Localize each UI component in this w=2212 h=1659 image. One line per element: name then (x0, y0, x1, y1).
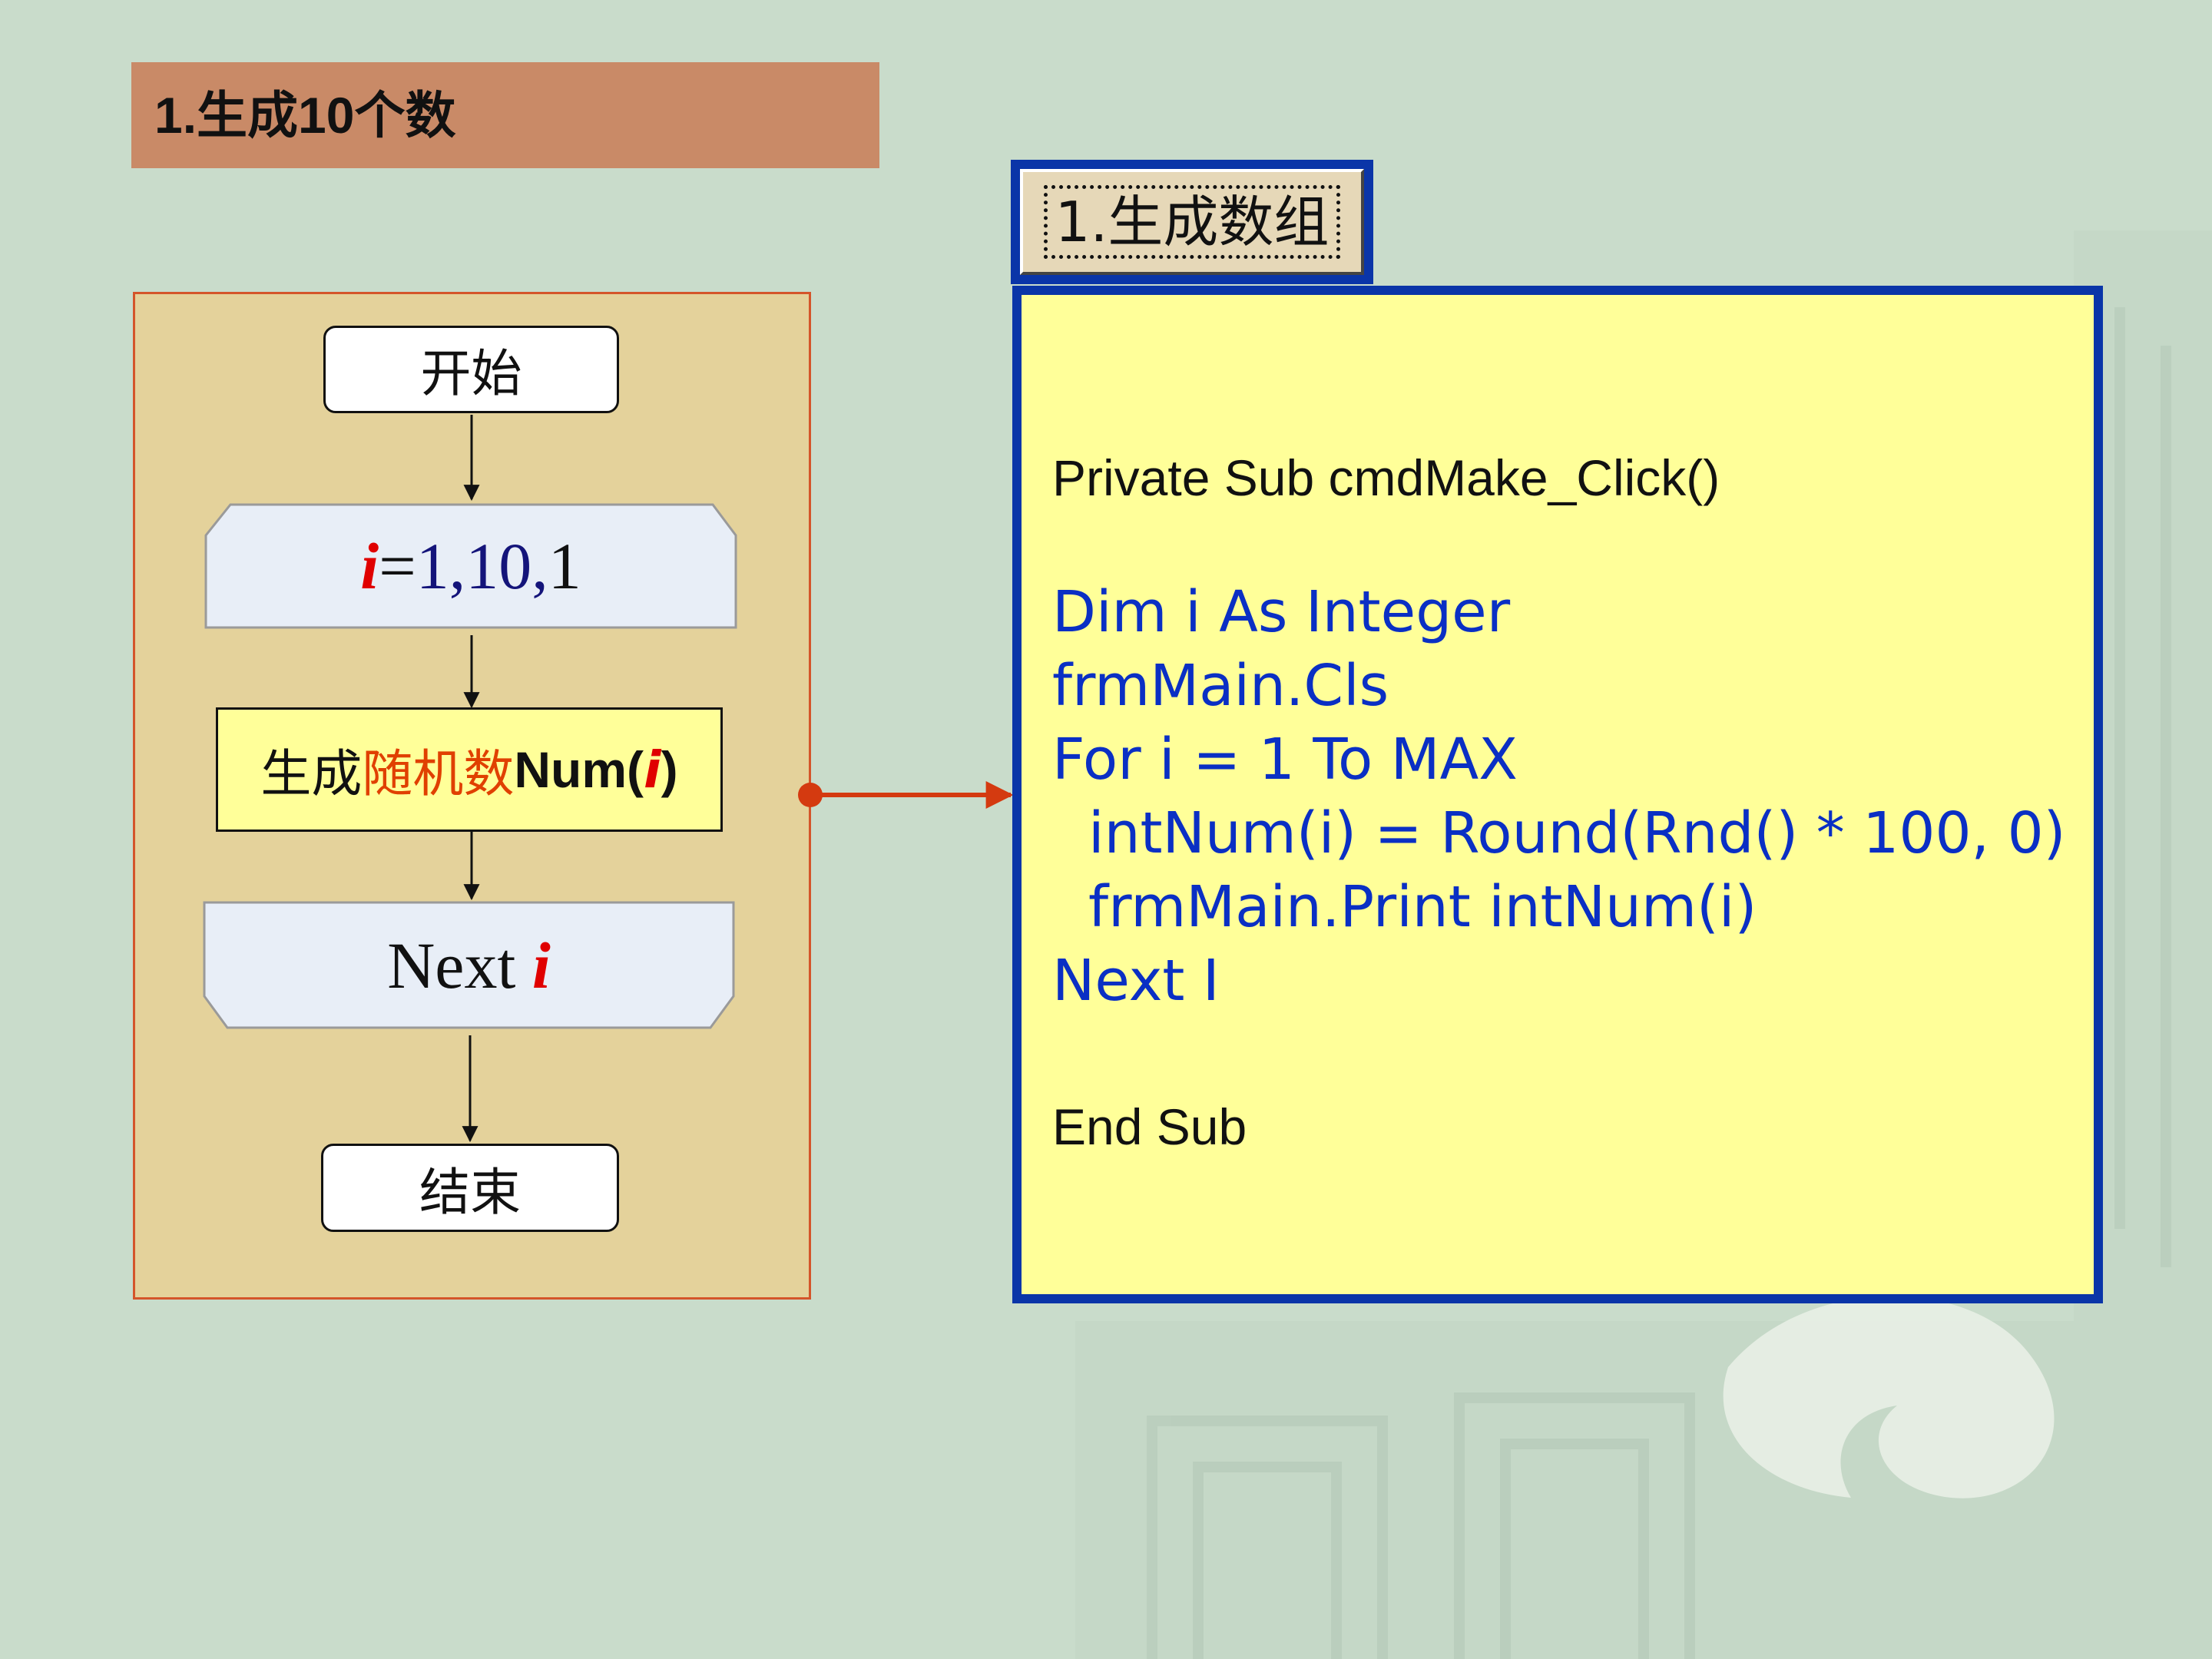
loop-step: 1 (548, 529, 581, 603)
flow-start-node: 开始 (323, 326, 619, 413)
flow-loop-label-box: i = 1, 10, 1 (206, 505, 736, 628)
code-line: intNum(i) = Round(Rnd() * 100, 0) (1052, 800, 2066, 866)
process-close: ) (661, 741, 678, 798)
make-array-button[interactable]: 1.生成数组 (1011, 160, 1373, 284)
process-part3: Num( (514, 741, 644, 798)
flow-end-node: 结束 (321, 1144, 619, 1232)
code-line: frmMain.Print intNum(i) (1052, 874, 1757, 940)
code-sub-end: End Sub (1052, 1098, 1247, 1155)
flow-end-label: 结束 (419, 1162, 521, 1222)
code-panel: Private Sub cmdMake_Click() Dim i As Int… (1012, 286, 2103, 1303)
flow-process-node: 生成 随机数 Num(i) (216, 707, 723, 832)
code-sub-start: Private Sub cmdMake_Click() (1052, 449, 1720, 506)
process-part2: 随机数 (362, 744, 515, 803)
flow-next-label-box: Next i (204, 902, 733, 1028)
loop-var: i (360, 529, 379, 603)
flow-start-label: 开始 (420, 344, 522, 403)
process-part1: 生成 (260, 744, 363, 803)
loop-eq: = (379, 529, 416, 603)
code-line: Next I (1052, 948, 1220, 1014)
next-var: i (531, 928, 551, 1002)
process-var: i (644, 740, 661, 800)
loop-first: 1, (416, 529, 466, 603)
code-line: frmMain.Cls (1052, 653, 1389, 719)
code-line: For i = 1 To MAX (1052, 727, 1518, 793)
make-array-button-label: 1.生成数组 (1043, 184, 1341, 260)
loop-limit: 10, (465, 529, 548, 603)
code-line: Dim i As Integer (1052, 579, 1511, 645)
next-word: Next (387, 928, 532, 1002)
make-array-button-face[interactable]: 1.生成数组 (1020, 169, 1364, 275)
